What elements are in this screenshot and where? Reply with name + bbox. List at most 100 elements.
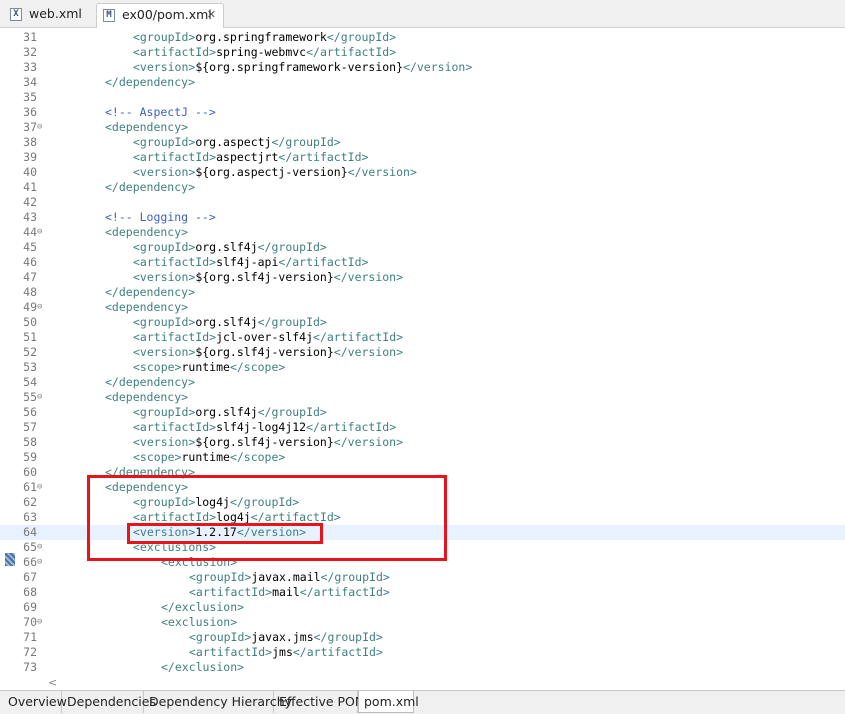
xml-tag: </artifactId> bbox=[278, 150, 369, 164]
fold-toggle-icon[interactable]: ⊖ bbox=[37, 390, 47, 405]
code-line[interactable]: 72 <artifactId>jms</artifactId> bbox=[0, 645, 845, 660]
xml-tag: </dependency> bbox=[105, 285, 196, 299]
code-content: </dependency> bbox=[105, 375, 195, 390]
xml-tag: </artifactId> bbox=[278, 255, 369, 269]
tab-overview[interactable]: Overview bbox=[3, 691, 67, 713]
code-line[interactable]: 32 <artifactId>spring-webmvc</artifactId> bbox=[0, 45, 845, 60]
xml-tag: <groupId> bbox=[133, 315, 196, 329]
code-line[interactable]: 51 <artifactId>jcl-over-slf4j</artifactId… bbox=[0, 330, 845, 345]
code-line[interactable]: 41 </dependency> bbox=[0, 180, 845, 195]
fold-toggle-icon[interactable]: ⊖ bbox=[37, 615, 47, 630]
code-line[interactable]: 40 <version>${org.aspectj-version}</versi… bbox=[0, 165, 845, 180]
fold-toggle-icon[interactable]: ⊖ bbox=[37, 225, 47, 240]
fold-toggle-icon[interactable]: ⊖ bbox=[37, 555, 47, 570]
xml-tag: <groupId> bbox=[133, 240, 196, 254]
code-line[interactable]: 46 <artifactId>slf4j-api</artifactId> bbox=[0, 255, 845, 270]
tab-web-xml[interactable]: X web.xml bbox=[4, 3, 92, 28]
code-line[interactable]: 35 bbox=[0, 90, 845, 105]
xml-tag: </version> bbox=[333, 270, 404, 284]
xml-tag: <exclusion> bbox=[161, 615, 238, 629]
xml-source-editor[interactable]: 31 <groupId>org.springframework</groupId>… bbox=[0, 28, 845, 690]
tab-effective-pom[interactable]: Effective POM bbox=[274, 691, 366, 713]
code-line[interactable]: 68 <artifactId>mail</artifactId> bbox=[0, 585, 845, 600]
scroll-left-icon[interactable]: < bbox=[48, 676, 57, 689]
code-line[interactable]: 73 </exclusion> bbox=[0, 660, 845, 675]
xml-tag: </scope> bbox=[229, 360, 286, 374]
xml-tag: <artifactId> bbox=[133, 330, 217, 344]
code-line[interactable]: 59 <scope>runtime</scope> bbox=[0, 450, 845, 465]
xml-tag: <version> bbox=[133, 435, 196, 449]
code-line[interactable]: 71 <groupId>javax.jms</groupId> bbox=[0, 630, 845, 645]
line-number: 64 bbox=[23, 525, 37, 539]
code-line[interactable]: 57 <artifactId>slf4j-log4j12</artifactId> bbox=[0, 420, 845, 435]
code-line[interactable]: 69 </exclusion> bbox=[0, 600, 845, 615]
line-number: 32 bbox=[23, 45, 37, 59]
xml-text: javax.jms bbox=[251, 630, 314, 644]
xml-comment: <!-- AspectJ --> bbox=[105, 105, 216, 119]
tab-dependency-hierarchy[interactable]: Dependency Hierarchy bbox=[144, 691, 292, 713]
code-line[interactable]: 48 </dependency> bbox=[0, 285, 845, 300]
code-line[interactable]: 50 <groupId>org.slf4j</groupId> bbox=[0, 315, 845, 330]
code-line[interactable]: 58 <version>${org.slf4j-version}</version… bbox=[0, 435, 845, 450]
xml-text: ${org.slf4j-version} bbox=[195, 435, 334, 449]
line-number: 61 bbox=[23, 480, 37, 494]
fold-toggle-icon[interactable]: ⊖ bbox=[37, 120, 47, 135]
code-content: <groupId>org.springframework</groupId> bbox=[133, 30, 396, 45]
xml-tag: </artifactId> bbox=[292, 645, 383, 659]
code-line[interactable]: 70 ⊖ <exclusion> bbox=[0, 615, 845, 630]
code-line[interactable]: 38 <groupId>org.aspectj</groupId> bbox=[0, 135, 845, 150]
code-line[interactable]: 31 <groupId>org.springframework</groupId> bbox=[0, 30, 845, 45]
xml-tag: </dependency> bbox=[105, 75, 196, 89]
xml-tag: <groupId> bbox=[133, 30, 196, 44]
code-line[interactable]: 54 </dependency> bbox=[0, 375, 845, 390]
xml-tag: <dependency> bbox=[105, 225, 189, 239]
code-content: </dependency> bbox=[105, 180, 195, 195]
code-line[interactable]: 52 <version>${org.slf4j-version}</version… bbox=[0, 345, 845, 360]
line-number: 72 bbox=[23, 645, 37, 659]
xml-text: spring-webmvc bbox=[216, 45, 307, 59]
xml-text: ${org.slf4j-version} bbox=[195, 270, 334, 284]
fold-toggle-icon[interactable]: ⊖ bbox=[37, 540, 47, 555]
code-line[interactable]: 43 <!-- Logging --> bbox=[0, 210, 845, 225]
code-line[interactable]: 55 ⊖ <dependency> bbox=[0, 390, 845, 405]
code-content: <groupId>org.slf4j</groupId> bbox=[133, 240, 327, 255]
version-highlight-box bbox=[127, 523, 323, 544]
code-line[interactable]: 37 ⊖ <dependency> bbox=[0, 120, 845, 135]
code-content: <version>${org.springframework-version}<… bbox=[133, 60, 472, 75]
code-line[interactable]: 56 <groupId>org.slf4j</groupId> bbox=[0, 405, 845, 420]
close-icon[interactable]: ✕ bbox=[207, 4, 216, 26]
xml-tag: <groupId> bbox=[133, 405, 196, 419]
bookmark-marker-icon[interactable] bbox=[5, 553, 15, 566]
line-number: 57 bbox=[23, 420, 37, 434]
line-number: 52 bbox=[23, 345, 37, 359]
xml-tag: </artifactId> bbox=[306, 45, 397, 59]
xml-tag: </artifactId> bbox=[306, 420, 397, 434]
xml-tag: <dependency> bbox=[105, 120, 189, 134]
line-number: 54 bbox=[23, 375, 37, 389]
code-line[interactable]: 67 <groupId>javax.mail</groupId> bbox=[0, 570, 845, 585]
code-line[interactable]: 44 ⊖ <dependency> bbox=[0, 225, 845, 240]
line-number: 58 bbox=[23, 435, 37, 449]
xml-text: org.slf4j bbox=[195, 240, 258, 254]
tab-pom-xml-source[interactable]: pom.xml bbox=[358, 691, 419, 713]
xml-text: org.springframework bbox=[195, 30, 327, 44]
code-line[interactable]: 53 <scope>runtime</scope> bbox=[0, 360, 845, 375]
line-number: 40 bbox=[23, 165, 37, 179]
code-line[interactable]: 49 ⊖ <dependency> bbox=[0, 300, 845, 315]
line-number: 45 bbox=[23, 240, 37, 254]
code-line[interactable]: 39 <artifactId>aspectjrt</artifactId> bbox=[0, 150, 845, 165]
tab-pom-xml[interactable]: M ex00/pom.xml ✕ bbox=[96, 3, 224, 28]
code-line[interactable]: 45 <groupId>org.slf4j</groupId> bbox=[0, 240, 845, 255]
xml-text: org.aspectj bbox=[195, 135, 272, 149]
xml-tag: <groupId> bbox=[189, 630, 252, 644]
fold-toggle-icon[interactable]: ⊖ bbox=[37, 300, 47, 315]
xml-tag: <groupId> bbox=[189, 570, 252, 584]
tab-dependencies[interactable]: Dependencies bbox=[62, 691, 156, 713]
horizontal-scrollbar[interactable]: < bbox=[48, 676, 845, 690]
code-line[interactable]: 34 </dependency> bbox=[0, 75, 845, 90]
code-line[interactable]: 42 bbox=[0, 195, 845, 210]
code-line[interactable]: 36 <!-- AspectJ --> bbox=[0, 105, 845, 120]
code-line[interactable]: 33 <version>${org.springframework-version… bbox=[0, 60, 845, 75]
code-line[interactable]: 47 <version>${org.slf4j-version}</version… bbox=[0, 270, 845, 285]
fold-toggle-icon[interactable]: ⊖ bbox=[37, 480, 47, 495]
